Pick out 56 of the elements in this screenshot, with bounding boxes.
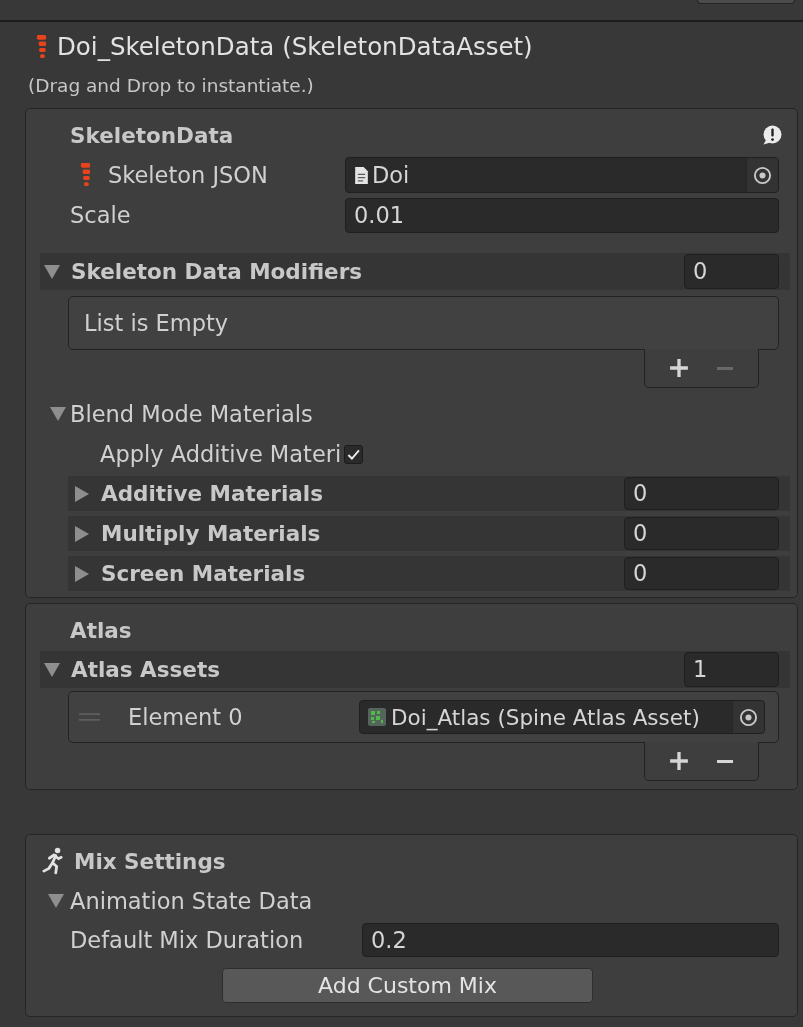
empty-list-text: List is Empty — [84, 310, 229, 336]
document-icon — [354, 165, 369, 185]
number-field[interactable]: 0.2 — [362, 923, 779, 957]
field-label: Apply Additive Materi — [100, 441, 343, 467]
count-field[interactable]: 0 — [624, 477, 779, 510]
object-field-value: Doi — [372, 162, 410, 188]
object-picker-button[interactable] — [746, 158, 778, 192]
asset-title: Doi_SkeletonData (SkeletonDataAsset) — [57, 32, 533, 62]
object-field[interactable]: Doi_Atlas (Spine Atlas Asset) — [359, 700, 765, 734]
stack-icon — [36, 35, 47, 59]
stack-icon — [80, 163, 91, 187]
plus-icon — [668, 751, 689, 771]
foldout-label: Blend Mode Materials — [70, 401, 313, 427]
section-title: SkeletonData — [70, 122, 234, 148]
object-field[interactable]: Doi — [345, 157, 779, 193]
object-picker-button[interactable] — [732, 701, 764, 733]
add-button[interactable] — [668, 751, 689, 771]
number-field[interactable]: 0.01 — [345, 197, 779, 233]
target-icon — [753, 165, 772, 185]
object-field-value: Doi_Atlas (Spine Atlas Asset) — [391, 704, 700, 730]
section-title: Atlas — [70, 617, 132, 643]
list-header-label: Additive Materials — [101, 481, 323, 506]
running-figure-icon — [42, 847, 64, 875]
count-field[interactable]: 0 — [684, 254, 779, 289]
disclosure-triangle-icon[interactable] — [75, 525, 89, 542]
count-field[interactable]: 0 — [624, 517, 779, 550]
drag-handle-icon[interactable] — [79, 713, 100, 721]
alert-icon — [762, 125, 782, 145]
field-label: Skeleton JSON — [108, 162, 268, 188]
disclosure-triangle-icon[interactable] — [50, 407, 66, 421]
hint-text: (Drag and Drop to instantiate.) — [27, 76, 315, 96]
add-button[interactable] — [668, 358, 689, 378]
remove-button[interactable] — [714, 759, 735, 763]
minus-icon — [714, 759, 735, 763]
disclosure-triangle-icon[interactable] — [44, 662, 60, 677]
field-label: Scale — [70, 202, 131, 228]
disclosure-triangle-icon[interactable] — [48, 894, 64, 908]
foldout-label: Animation State Data — [70, 888, 313, 914]
add-custom-mix-button[interactable]: Add Custom Mix — [222, 968, 593, 1003]
section-title: Mix Settings — [74, 848, 226, 874]
target-icon — [739, 707, 758, 727]
element-label: Element 0 — [128, 704, 244, 730]
disclosure-triangle-icon[interactable] — [44, 264, 60, 279]
count-field[interactable]: 0 — [624, 557, 779, 590]
list-header-label: Skeleton Data Modifiers — [71, 259, 363, 284]
list-header-label: Screen Materials — [101, 561, 306, 586]
grid-tile-icon — [368, 708, 386, 726]
count-field[interactable]: 1 — [684, 652, 779, 687]
field-label: Default Mix Duration — [70, 927, 304, 953]
list-header-label: Atlas Assets — [71, 657, 220, 682]
list-header-label: Multiply Materials — [101, 521, 321, 546]
disclosure-triangle-icon[interactable] — [75, 565, 89, 582]
checkbox[interactable] — [344, 444, 363, 464]
plus-icon — [668, 358, 689, 378]
minus-icon — [714, 366, 735, 370]
disclosure-triangle-icon[interactable] — [75, 485, 89, 502]
